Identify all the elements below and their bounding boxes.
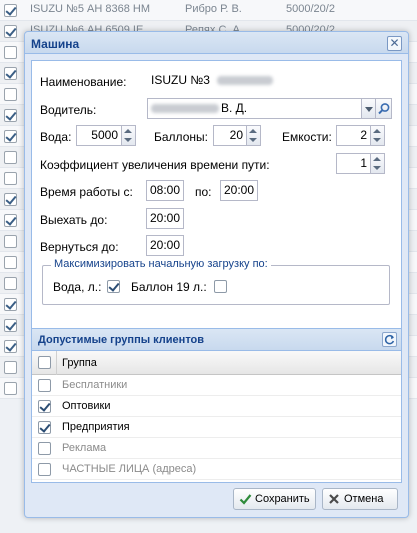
background-row-checkbox[interactable] [4, 46, 17, 59]
name-field[interactable]: ISUZU №3 [147, 70, 391, 91]
balloon19-checkbox[interactable] [214, 280, 227, 293]
cancel-x-icon [329, 494, 339, 504]
group-column-title: Группа [62, 357, 97, 369]
redacted-text [151, 104, 219, 114]
work-from-input[interactable]: 08:00 [146, 180, 184, 201]
groups-column-header: Группа [32, 351, 401, 375]
depart-label: Выехать до: [40, 213, 108, 227]
background-row-checkbox[interactable] [4, 361, 17, 374]
vehicle-dialog: Машина ✕ Наименование: ISUZU №3 Водитель… [24, 31, 409, 518]
background-row-checkbox[interactable] [4, 277, 17, 290]
background-row-checkbox[interactable] [4, 109, 17, 122]
cancel-button[interactable]: Отмена [322, 488, 398, 510]
group-row-label: Бесплатники [62, 379, 128, 391]
group-row-checkbox[interactable] [38, 442, 51, 455]
work-to-label: по: [195, 185, 212, 199]
driver-label: Водитель: [40, 103, 97, 117]
search-icon[interactable] [376, 98, 392, 119]
check-icon [239, 494, 252, 505]
background-stat: 5000/20/2 [286, 3, 335, 15]
group-row[interactable]: Реклама [32, 438, 401, 459]
group-row[interactable]: ЧАСТНЫЕ ЛИЦА (адреса) [32, 459, 401, 480]
refresh-icon[interactable] [382, 332, 397, 347]
background-row-checkbox[interactable] [4, 235, 17, 248]
client-groups-grid: Допустимые группы клиентов Группа Беспла… [31, 328, 402, 483]
group-row[interactable]: Оптовики [32, 396, 401, 417]
capacity-input[interactable]: 2 [336, 125, 371, 146]
groups-header: Допустимые группы клиентов [32, 329, 401, 351]
select-all-checkbox[interactable] [38, 356, 51, 369]
work-to-input[interactable]: 20:00 [220, 180, 258, 201]
dialog-title: Машина [31, 37, 80, 51]
background-driver: Рибро Р. В. [185, 3, 242, 15]
depart-input[interactable]: 20:00 [146, 208, 184, 229]
maximize-legend: Максимизировать начальную загрузку по: [51, 258, 271, 270]
coef-input[interactable]: 1 [336, 153, 371, 174]
water-l-label: Вода, л.: [53, 280, 102, 294]
save-button[interactable]: Сохранить [233, 488, 316, 510]
background-row-checkbox[interactable] [4, 193, 17, 206]
background-row-checkbox[interactable] [4, 298, 17, 311]
background-row-checkbox[interactable] [4, 214, 17, 227]
redacted-text [217, 76, 274, 86]
cancel-label: Отмена [344, 493, 384, 505]
save-label: Сохранить [255, 493, 310, 505]
driver-combo[interactable]: В. Д. [147, 98, 362, 119]
background-row-checkbox[interactable] [4, 382, 17, 395]
work-from-label: Время работы с: [40, 185, 133, 199]
water-input[interactable]: 5000 [76, 125, 122, 146]
group-row-checkbox[interactable] [38, 463, 51, 476]
balloons-label: Баллоны: [154, 130, 208, 144]
group-row-label: Предприятия [62, 421, 130, 433]
return-input[interactable]: 20:00 [146, 235, 184, 256]
water-label: Вода: [40, 130, 72, 144]
balloon19-label: Баллон 19 л.: [131, 280, 207, 294]
group-row-checkbox[interactable] [38, 421, 51, 434]
background-row-checkbox[interactable] [4, 130, 17, 143]
coef-label: Коэффициент увеличения времени пути: [40, 158, 270, 172]
background-row-checkbox[interactable] [4, 67, 17, 80]
background-row-checkbox[interactable] [4, 88, 17, 101]
background-vehicle-name: ISUZU №5 АН 8368 НМ [30, 3, 151, 15]
background-row-checkbox[interactable] [4, 340, 17, 353]
group-row-label: ЧАСТНЫЕ ЛИЦА (адреса) [62, 463, 197, 475]
group-row-checkbox[interactable] [38, 400, 51, 413]
background-row: ISUZU №5 АН 8368 НМ Рибро Р. В. 5000/20/2 [0, 0, 417, 21]
background-row-checkbox[interactable] [4, 319, 17, 332]
close-icon[interactable]: ✕ [387, 36, 402, 51]
balloons-input[interactable]: 20 [213, 125, 247, 146]
group-row[interactable]: Предприятия [32, 417, 401, 438]
water-l-checkbox[interactable] [107, 280, 120, 293]
maximize-fieldset: Максимизировать начальную загрузку по: В… [42, 258, 390, 305]
dialog-header: Машина ✕ [25, 32, 408, 54]
background-row-checkbox[interactable] [4, 151, 17, 164]
group-row-label: Реклама [62, 442, 107, 454]
water-stepper[interactable] [122, 125, 136, 146]
background-row-checkbox[interactable] [4, 25, 17, 38]
coef-stepper[interactable] [371, 153, 385, 174]
group-row[interactable]: Бесплатники [32, 375, 401, 396]
groups-title: Допустимые группы клиентов [38, 334, 205, 346]
chevron-down-icon[interactable] [362, 98, 376, 119]
group-row-label: Оптовики [62, 400, 111, 412]
return-label: Вернуться до: [40, 240, 119, 254]
background-row-checkbox[interactable] [4, 256, 17, 269]
background-row-checkbox[interactable] [4, 4, 17, 17]
capacity-label: Емкости: [282, 130, 332, 144]
vehicle-form: Наименование: ISUZU №3 Водитель: В. Д. В… [31, 60, 402, 348]
name-label: Наименование: [40, 75, 127, 89]
group-row-checkbox[interactable] [38, 379, 51, 392]
capacity-stepper[interactable] [371, 125, 385, 146]
balloons-stepper[interactable] [247, 125, 261, 146]
background-row-checkbox[interactable] [4, 172, 17, 185]
